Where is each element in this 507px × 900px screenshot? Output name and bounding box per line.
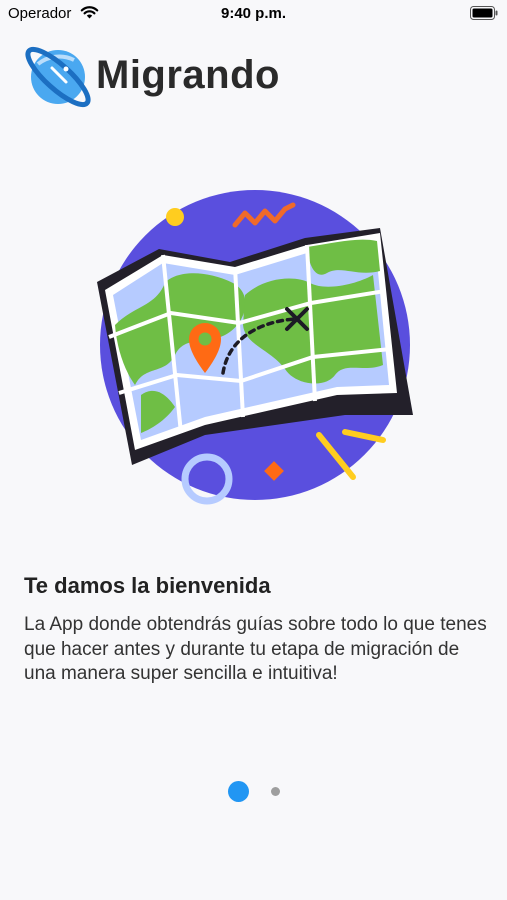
map-illustration — [97, 190, 413, 505]
planet-icon — [25, 46, 91, 108]
welcome-title: Te damos la bienvenida — [24, 573, 271, 598]
app-header: Migrando — [18, 40, 498, 112]
battery-icon — [470, 6, 498, 20]
welcome-description: La App donde obtendrás guías sobre todo … — [24, 614, 487, 684]
status-time: 9:40 p.m. — [220, 5, 287, 22]
page-dot-inactive[interactable] — [271, 787, 280, 796]
page-dot-active[interactable] — [228, 781, 249, 802]
page-indicator[interactable] — [0, 778, 507, 806]
status-bar: Operador 9:40 p.m. — [0, 0, 507, 28]
app-title: Migrando — [96, 53, 280, 97]
